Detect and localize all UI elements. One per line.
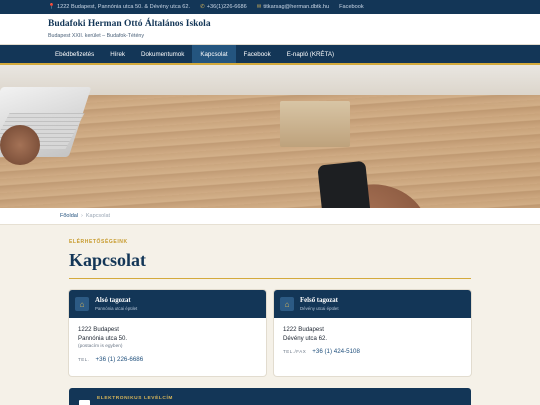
address-line-2: Pannónia utca 50. xyxy=(78,335,128,342)
breadcrumb-home-link[interactable]: Főoldal xyxy=(60,213,78,219)
main-nav: Ebédbefizetés Hírek Dokumentumok Kapcsol… xyxy=(0,45,540,65)
card-title: Alsó tagozat xyxy=(95,297,131,304)
topbar-facebook-link[interactable]: Facebook xyxy=(339,4,364,10)
address-line-1: 1222 Budapest xyxy=(283,326,324,333)
card-title: Felső tagozat xyxy=(300,297,338,304)
phone-label: TEL./FAX xyxy=(283,349,307,354)
section-eyebrow: ELÉRHETŐSÉGEINK xyxy=(69,239,128,245)
contact-card-felso: ⌂ Felső tagozat Dévény utcai épület 1222… xyxy=(274,290,471,376)
nav-item-dokumentumok[interactable]: Dokumentumok xyxy=(133,45,192,63)
topbar-email-text[interactable]: titkarsag@herman.dbtk.hu xyxy=(263,4,329,10)
nav-item-kapcsolat[interactable]: Kapcsolat xyxy=(192,45,236,63)
email-section-label: ELEKTRONIKUS LEVÉLCÍM xyxy=(97,396,174,401)
phone-label: TEL. xyxy=(78,357,90,362)
topbar-phone[interactable]: ✆ +36(1)226-6686 xyxy=(200,4,247,10)
school-building-icon: ⌂ xyxy=(280,297,294,311)
topbar-phone-text[interactable]: +36(1)226-6686 xyxy=(207,4,247,10)
breadcrumb: Főoldal › Kapcsolat xyxy=(0,208,540,225)
main-content: ELÉRHETŐSÉGEINK Kapcsolat ⌂ Alsó tagozat… xyxy=(0,225,540,376)
title-divider xyxy=(69,278,471,279)
phone-row: TEL./FAX +36 (1) 424-5108 xyxy=(283,347,471,356)
site-title[interactable]: Budafoki Herman Ottó Általános Iskola xyxy=(48,19,540,30)
nav-item-facebook[interactable]: Facebook xyxy=(236,45,279,63)
site-subtitle: Budapest XXII. kerület – Budafok-Tétény xyxy=(48,33,144,39)
site-header: Budafoki Herman Ottó Általános Iskola Bu… xyxy=(0,14,540,45)
card-subtitle: Pannónia utcai épület xyxy=(95,306,138,311)
address-line-1: 1222 Budapest xyxy=(78,326,119,333)
contact-card-also: ⌂ Alsó tagozat Pannónia utcai épület 122… xyxy=(69,290,266,376)
hero-image xyxy=(0,65,540,208)
top-info-bar: 📍 1222 Budapest, Pannónia utca 50. & Dév… xyxy=(0,0,540,14)
nav-item-enaplo[interactable]: E-napló (KRÉTA) xyxy=(279,45,342,63)
card-header: ⌂ Alsó tagozat Pannónia utcai épület xyxy=(69,290,266,318)
phone-icon: ✆ xyxy=(200,4,205,10)
mail-icon xyxy=(79,400,90,405)
page-title: Kapcsolat xyxy=(69,250,147,270)
address-line-2: Dévény utca 62. xyxy=(283,335,328,342)
hero-box xyxy=(280,101,350,147)
address-note: (postacím is egyben) xyxy=(78,344,123,349)
nav-item-ebedbefizetes[interactable]: Ebédbefizetés xyxy=(47,45,102,63)
phone-row: TEL. +36 (1) 226-6686 xyxy=(78,355,266,364)
contact-cards: ⌂ Alsó tagozat Pannónia utcai épület 122… xyxy=(69,290,540,376)
pin-icon: 📍 xyxy=(48,4,55,10)
phone-link[interactable]: +36 (1) 424-5108 xyxy=(312,347,360,356)
card-header: ⌂ Felső tagozat Dévény utcai épület xyxy=(274,290,471,318)
topbar-email[interactable]: ✉ titkarsag@herman.dbtk.hu xyxy=(257,4,329,10)
card-body: 1222 Budapest Pannónia utca 50. (postací… xyxy=(69,318,266,364)
hero-arm xyxy=(0,125,40,165)
card-body: 1222 Budapest Dévény utca 62. TEL./FAX +… xyxy=(274,318,471,356)
school-building-icon: ⌂ xyxy=(75,297,89,311)
topbar-address: 📍 1222 Budapest, Pannónia utca 50. & Dév… xyxy=(48,4,190,10)
email-card: ELEKTRONIKUS LEVÉLCÍM xyxy=(69,388,471,405)
topbar-address-text: 1222 Budapest, Pannónia utca 50. & Dévén… xyxy=(56,4,191,10)
mail-icon: ✉ xyxy=(256,4,262,10)
breadcrumb-separator: › xyxy=(81,213,83,219)
breadcrumb-current: Kapcsolat xyxy=(85,213,111,219)
phone-link[interactable]: +36 (1) 226-6686 xyxy=(96,355,144,364)
card-subtitle: Dévény utcai épület xyxy=(300,306,339,311)
nav-item-hirek[interactable]: Hírek xyxy=(102,45,133,63)
